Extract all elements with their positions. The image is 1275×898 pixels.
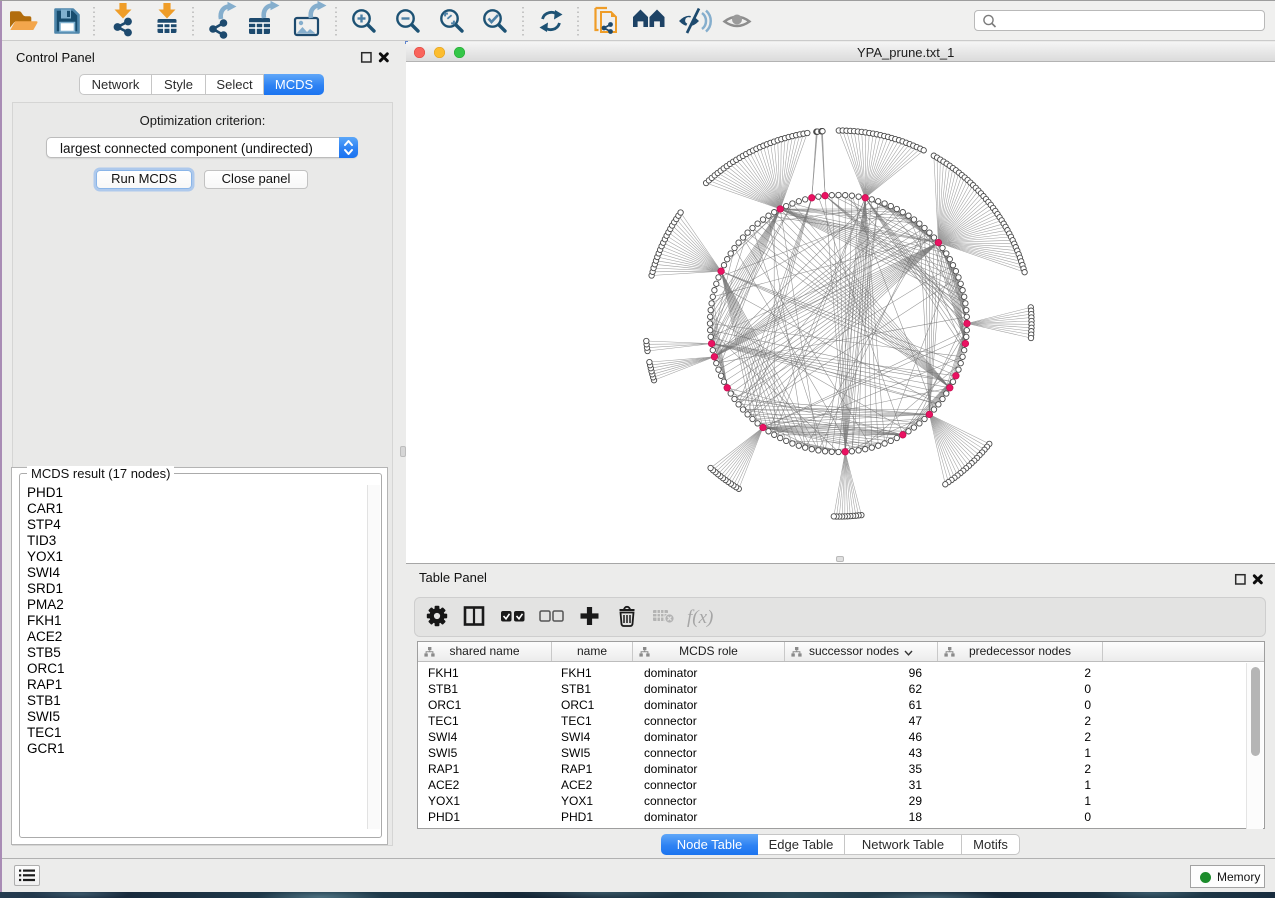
svg-text:f(x): f(x) bbox=[687, 607, 713, 628]
